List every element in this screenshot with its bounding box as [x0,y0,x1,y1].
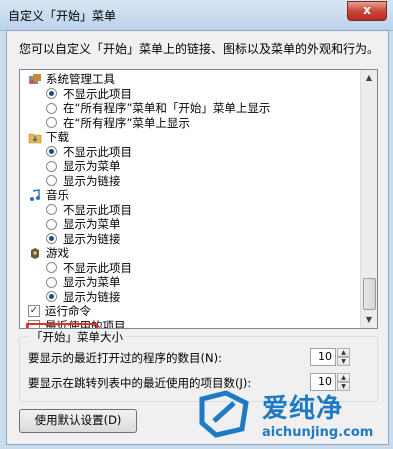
watermark: 爱纯净 aichunjing.com [192,385,392,447]
use-default-settings-button[interactable]: 使用默认设置(D) [19,409,137,433]
list-item-label: 游戏 [46,246,69,260]
window-title: 自定义「开始」菜单 [8,9,117,23]
spin-up-icon[interactable]: ▲ [337,348,350,357]
radio-unselected-icon[interactable] [46,218,57,230]
list-item-label: 运行命令 [45,304,91,318]
list-category: 下载 [20,130,69,144]
list-item-label: 不显示此项目 [63,260,132,275]
list-category: 音乐 [20,188,69,202]
radio-option[interactable]: 显示为链接 [20,232,121,246]
recent-programs-label: 要显示的最近打开过的程序的数目(N): [28,351,222,365]
list-item-label: 音乐 [46,188,69,202]
checkbox-option[interactable]: ✓ 运行命令 [20,304,91,318]
list-item-label: 显示为链接 [63,289,121,304]
aichunjing-logo-icon [199,390,249,438]
radio-option[interactable]: 显示为菜单 [20,217,121,231]
radio-selected-icon[interactable] [46,233,57,244]
list-category: 系统管理工具 [20,72,115,86]
list-category: 游戏 [20,246,69,260]
list-item-label: 在“所有程序”菜单和「开始」菜单上显示 [63,101,271,115]
radio-option[interactable]: 不显示此项目 [20,145,132,159]
watermark-url: aichunjing.com [262,425,374,440]
radio-unselected-icon[interactable] [46,102,57,114]
title-bar: 自定义「开始」菜单 x [0,0,393,31]
list-item-label: 下载 [46,130,69,144]
radio-selected-icon[interactable] [46,146,57,157]
list-item-label: 系统管理工具 [46,72,115,86]
scroll-down-arrow-icon[interactable]: ▼ [361,312,377,328]
radio-option[interactable]: 显示为菜单 [20,159,121,173]
recent-programs-stepper[interactable]: 10 ▲ ▼ [310,348,350,366]
list-item-label: 不显示此项目 [63,144,132,159]
list-item-label: 在“所有程序”菜单上显示 [63,115,190,130]
list-item-label: 显示为菜单 [63,217,121,231]
spin-down-icon[interactable]: ▼ [337,357,350,366]
radio-unselected-icon[interactable] [46,175,57,186]
games-icon [28,247,42,260]
vertical-scrollbar[interactable]: ▲ ▼ [360,70,377,328]
radio-selected-icon[interactable] [46,88,57,99]
radio-option[interactable]: 显示为菜单 [20,275,121,289]
radio-option[interactable]: 在“所有程序”菜单和「开始」菜单上显示 [20,101,270,115]
group-title: 「开始」菜单大小 [28,329,126,345]
admin-tools-icon [28,73,42,86]
scroll-up-arrow-icon[interactable]: ▲ [361,70,377,86]
radio-option[interactable]: 在“所有程序”菜单上显示 [20,116,190,130]
radio-unselected-icon[interactable] [46,262,57,273]
radio-selected-icon[interactable] [46,291,57,302]
radio-option[interactable]: 不显示此项目 [20,261,132,275]
close-button[interactable]: x [347,1,387,21]
list-item-label: 显示为链接 [63,231,121,246]
options-listbox[interactable]: 系统管理工具 不显示此项目 在“所有程序”菜单和「开始」菜单上显示 在“所有程序”菜单… [19,69,378,329]
list-item-label: 显示为链接 [63,173,121,188]
list-item-label: 不显示此项目 [63,86,132,101]
scrollbar-thumb[interactable] [363,278,376,310]
music-note-icon [28,188,42,202]
watermark-brand: 爱纯净 [262,394,344,424]
checkbox-checked-icon[interactable]: ✓ [28,305,40,317]
dialog-body: 您可以自定义「开始」菜单上的链接、图标以及菜单的外观和行为。 系统管理工具 不显示… [6,30,389,445]
radio-unselected-icon[interactable] [46,204,57,215]
downloads-folder-icon [28,131,42,144]
list-item-label: 显示为菜单 [63,275,121,289]
radio-option[interactable]: 不显示此项目 [20,203,132,217]
spin-up-icon[interactable]: ▲ [337,373,350,382]
list-item-label: 显示为菜单 [63,159,121,173]
radio-option[interactable]: 显示为链接 [20,290,121,304]
radio-unselected-icon[interactable] [46,160,57,172]
radio-option[interactable]: 显示为链接 [20,174,121,188]
radio-option[interactable]: 不显示此项目 [20,87,132,101]
list-item-label: 不显示此项目 [63,202,132,217]
recent-programs-input[interactable]: 10 [310,348,336,366]
radio-unselected-icon[interactable] [46,276,57,288]
dialog-description: 您可以自定义「开始」菜单上的链接、图标以及菜单的外观和行为。 [19,42,380,56]
radio-unselected-icon[interactable] [46,117,57,128]
